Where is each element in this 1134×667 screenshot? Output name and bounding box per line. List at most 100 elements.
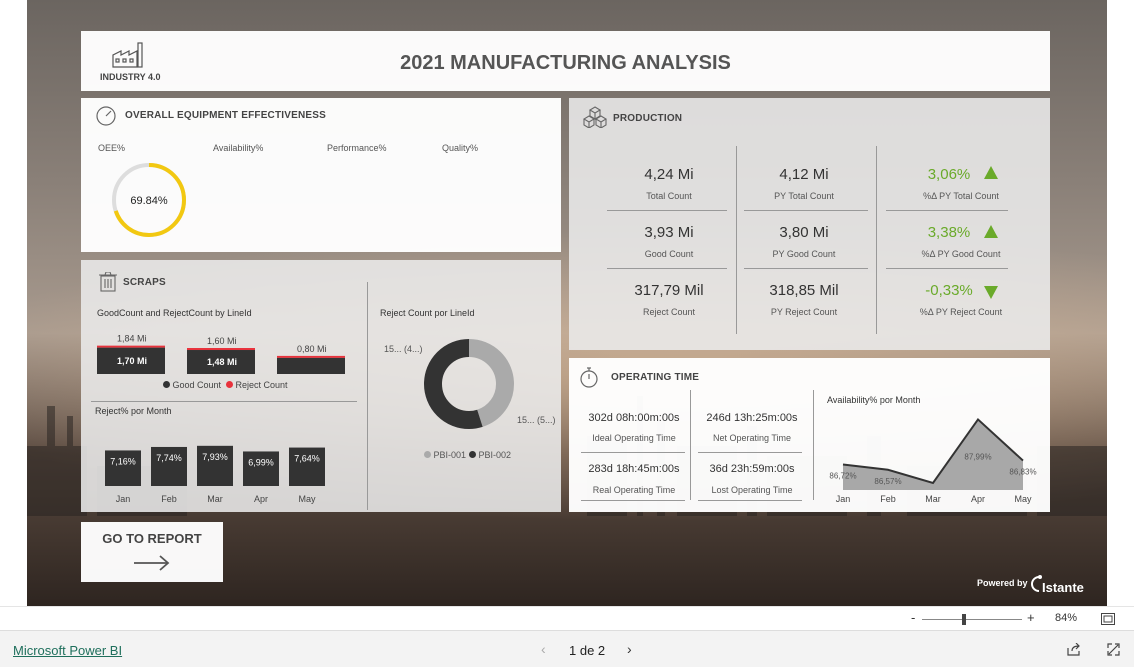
previous-page-icon[interactable]: ‹	[541, 641, 546, 657]
trash-icon	[99, 272, 117, 292]
share-icon[interactable]	[1067, 643, 1081, 656]
delta-reject-count-label: %Δ PY Reject Count	[919, 307, 1003, 317]
total-label: 0,80 Mi	[297, 344, 327, 354]
month-tick: Feb	[880, 494, 896, 504]
month-tick: Mar	[207, 494, 223, 504]
month-tick: May	[298, 494, 316, 504]
total-label: 1,84 Mi	[117, 334, 147, 344]
availability-label: 86,72%	[829, 471, 856, 480]
reject-pct-label: 6,99%	[248, 457, 274, 467]
py-reject-count-value: 318,85 Mil	[769, 282, 839, 299]
fullscreen-icon[interactable]	[1107, 643, 1120, 656]
good-bar	[277, 357, 345, 374]
go-to-report-button[interactable]: GO TO REPORT	[81, 522, 223, 582]
up-arrow-icon	[984, 225, 998, 238]
divider	[698, 500, 802, 501]
legend-reject-label: Reject Count	[235, 380, 288, 390]
next-page-icon[interactable]: ›	[627, 641, 632, 657]
scraps-panel: SCRAPS GoodCount and RejectCount by Line…	[81, 260, 561, 512]
performance-label: Performance%	[327, 143, 387, 153]
zoom-out-button[interactable]: -	[911, 610, 915, 625]
lost-time-value: 36d 23h:59m:00s	[709, 463, 795, 475]
up-arrow-icon	[984, 166, 998, 179]
divider	[581, 452, 685, 453]
delta-total-count-label: %Δ PY Total Count	[923, 191, 999, 201]
operating-time-panel: OPERATING TIME 302d 08h:00m:00s Ideal Op…	[569, 358, 1050, 512]
lost-time-label: Lost Operating Time	[711, 485, 793, 495]
divider	[581, 500, 685, 501]
ideal-time-value: 302d 08h:00m:00s	[588, 412, 680, 424]
divider	[607, 268, 727, 269]
py-reject-count-label: PY Reject Count	[770, 307, 838, 317]
zoom-bar: - + 84%	[0, 606, 1134, 630]
donut-title: Reject Count por LineId	[380, 308, 475, 318]
divider	[698, 452, 802, 453]
page-title: 2021 MANUFACTURING ANALYSIS	[400, 52, 731, 74]
net-time-label: Net Operating Time	[712, 433, 792, 443]
divider	[744, 268, 868, 269]
operating-time-title: OPERATING TIME	[611, 372, 700, 383]
fit-to-page-icon[interactable]	[1101, 613, 1115, 625]
reject-bar	[277, 355, 345, 358]
powered-by: Powered by	[977, 578, 1028, 588]
total-count-label: Total Count	[646, 191, 692, 201]
divider	[886, 268, 1008, 269]
zoom-slider-thumb[interactable]	[962, 614, 966, 625]
good-count-label: Good Count	[644, 249, 694, 259]
divider	[813, 390, 814, 500]
production-title: PRODUCTION	[613, 113, 683, 124]
delta-good-count-value: 3,38%	[927, 224, 971, 241]
total-count-value: 4,24 Mi	[644, 166, 694, 183]
legend-good: Good Count	[163, 380, 221, 390]
power-bi-link[interactable]: Microsoft Power BI	[13, 643, 122, 658]
reject-donut-chart	[424, 339, 514, 429]
delta-total-count-value: 3,06%	[927, 166, 971, 183]
reject-pct-chart: 7,16% Jan 7,74% Feb 7,93% Mar 6,99% Apr 7,64% May	[105, 445, 325, 504]
real-time-label: Real Operating Time	[592, 485, 676, 495]
good-label: 1,48 Mi	[207, 357, 237, 367]
divider	[91, 401, 357, 402]
stopwatch-icon	[580, 367, 598, 388]
reject-count-value: 317,79 Mil	[634, 282, 704, 299]
reject-bar	[97, 345, 165, 348]
quality-label: Quality%	[442, 143, 479, 153]
availability-label: 87,99%	[964, 452, 991, 461]
zoom-slider-track[interactable]	[922, 619, 1022, 620]
month-tick: Apr	[971, 494, 985, 504]
py-good-count-label: PY Good Count	[772, 249, 836, 259]
availability-area	[843, 419, 1023, 490]
availability-label: 86,57%	[874, 477, 901, 486]
reject-bar	[187, 348, 255, 351]
donut-legend-2: PBI-002	[469, 450, 511, 460]
header-panel: INDUSTRY 4.0 2021 MANUFACTURING ANALYSIS	[81, 31, 1050, 91]
real-time-value: 283d 18h:45m:00s	[588, 463, 680, 475]
divider	[690, 390, 691, 500]
availability-title: Availability% por Month	[827, 395, 921, 405]
oee-panel: OVERALL EQUIPMENT EFFECTIVENESS OEE% Ava…	[81, 98, 561, 252]
donut-label-right: 15... (5...)	[517, 415, 556, 425]
month-tick: Mar	[925, 494, 941, 504]
good-label: 1,70 Mi	[117, 356, 147, 366]
month-tick: May	[1014, 494, 1032, 504]
legend-good-label: Good Count	[172, 380, 222, 390]
month-tick: Jan	[836, 494, 851, 504]
oee-title: OVERALL EQUIPMENT EFFECTIVENESS	[125, 110, 327, 121]
arrow-right-icon	[134, 555, 170, 571]
reject-pct-label: 7,74%	[156, 453, 182, 463]
report-canvas: INDUSTRY 4.0 2021 MANUFACTURING ANALYSIS…	[27, 0, 1107, 606]
month-tick: Jan	[116, 494, 131, 504]
donut-legend-2-label: PBI-002	[478, 450, 512, 460]
footer-bar: Microsoft Power BI ‹ 1 de 2 ›	[0, 630, 1134, 667]
divider	[886, 210, 1008, 211]
zoom-in-button[interactable]: +	[1027, 610, 1035, 625]
bar-by-line-title: GoodCount and RejectCount by LineId	[97, 308, 252, 318]
delta-good-count-label: %Δ PY Good Count	[921, 249, 1001, 259]
delta-reject-count-value: -0,33%	[925, 282, 973, 299]
line-bar-chart: 1,84 Mi 1,70 Mi 1,60 Mi 1,48 Mi 0,80 Mi	[97, 334, 345, 374]
go-to-report-label: GO TO REPORT	[102, 531, 202, 546]
reject-count-label: Reject Count	[642, 307, 696, 317]
month-tick: Apr	[254, 494, 268, 504]
boxes-icon	[583, 106, 607, 128]
reject-pct-label: 7,64%	[294, 454, 320, 464]
total-label: 1,60 Mi	[207, 336, 237, 346]
